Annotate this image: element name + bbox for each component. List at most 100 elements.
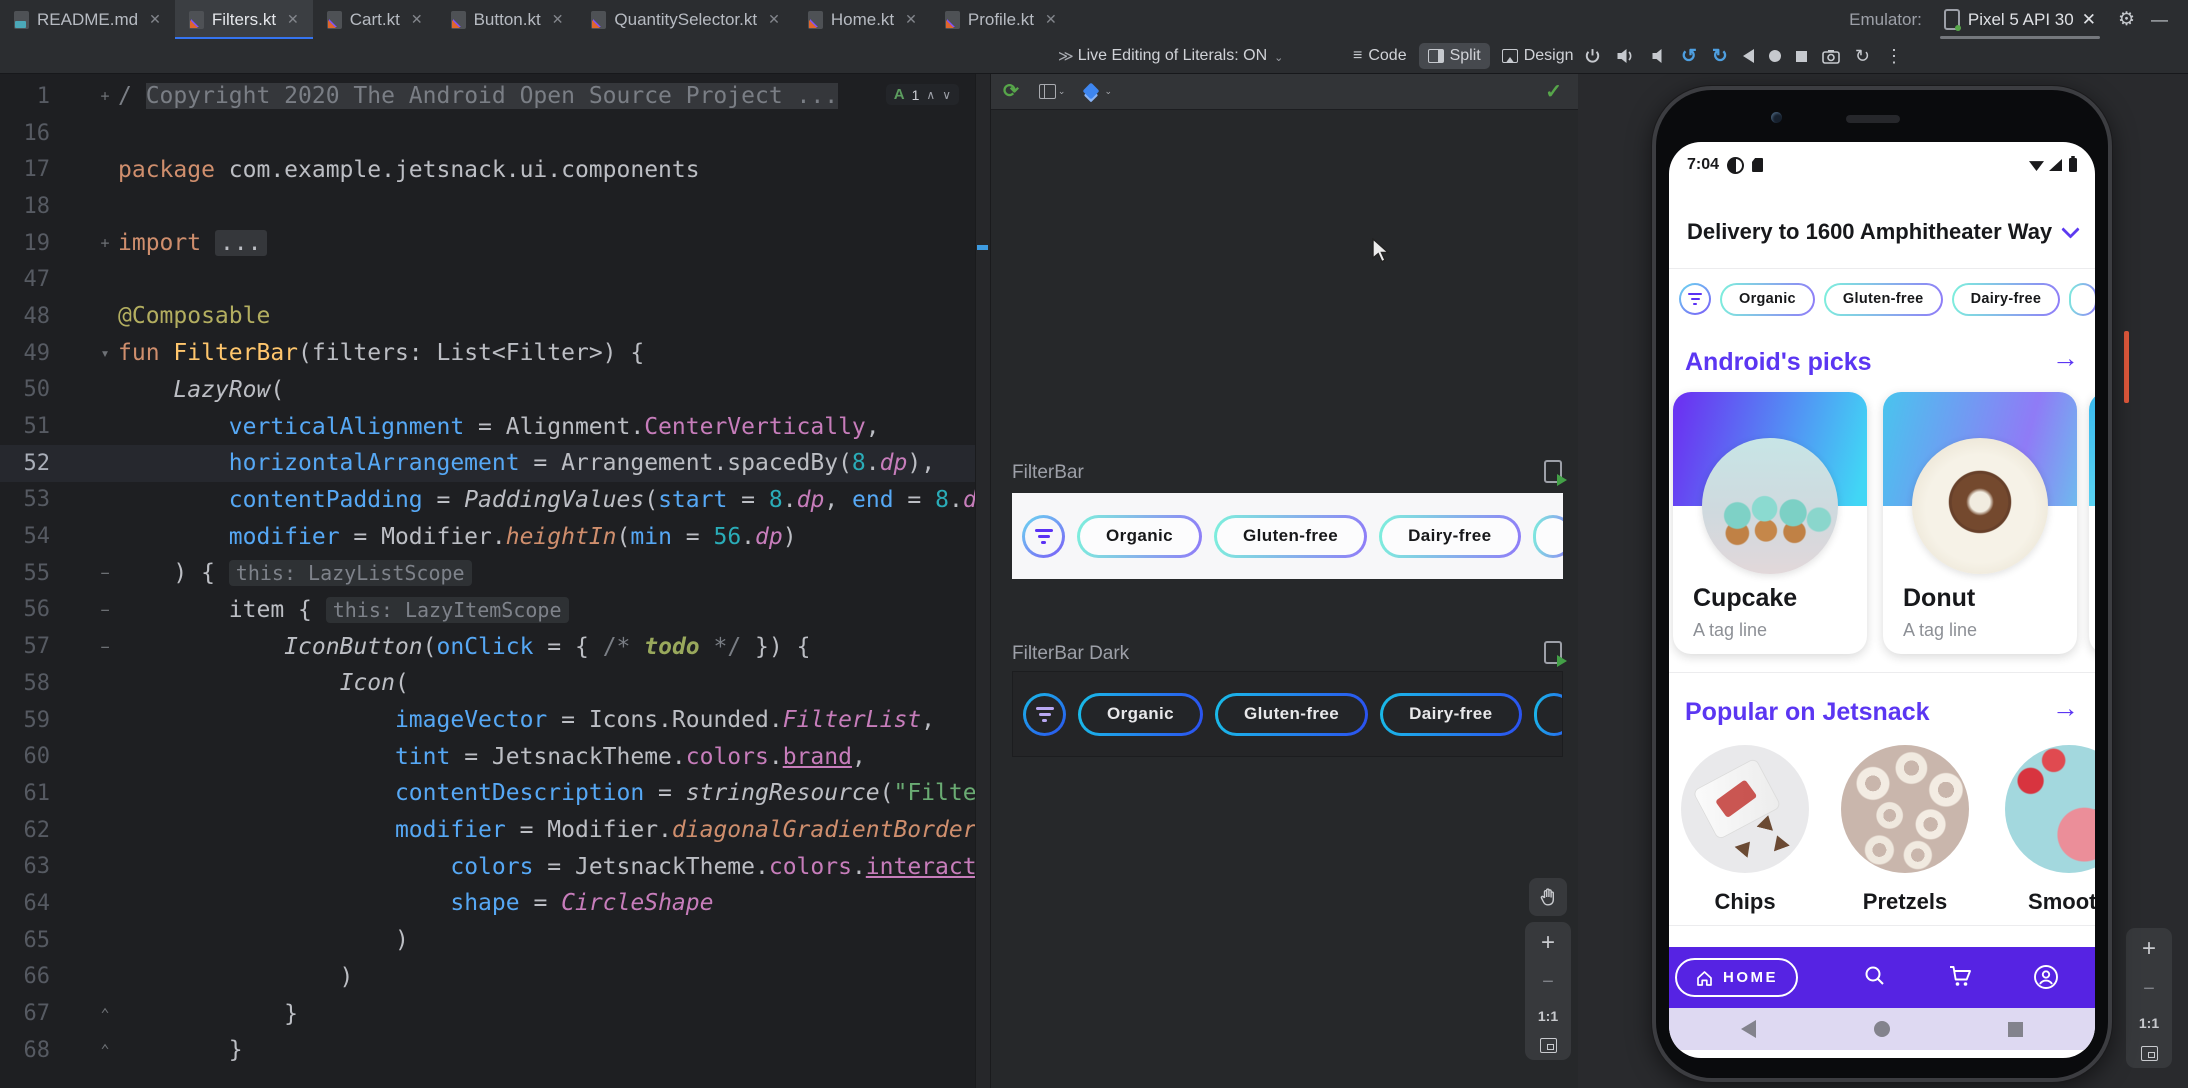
nav-home-button[interactable]: HOME xyxy=(1675,958,1798,997)
code-line[interactable]: 54 modifier = Modifier.heightIn(min = 56… xyxy=(0,518,975,555)
run-preview-icon[interactable] xyxy=(1544,460,1567,486)
power-button[interactable] xyxy=(1584,48,1601,65)
zoom-in-button[interactable]: + xyxy=(1541,929,1555,957)
filter-chip-cut[interactable] xyxy=(2069,282,2095,316)
fold-marker-icon[interactable]: + xyxy=(94,87,116,105)
line-number[interactable]: 58 xyxy=(0,671,51,696)
close-icon[interactable]: ✕ xyxy=(2082,10,2096,30)
code-line[interactable]: 56 − item { this: LazyItemScope xyxy=(0,592,975,629)
filter-chip-cut[interactable] xyxy=(1533,692,1562,736)
fold-marker-icon[interactable]: ▾ xyxy=(94,344,116,362)
close-icon[interactable]: ✕ xyxy=(905,11,917,28)
more-options-button[interactable]: ⋮ xyxy=(1885,46,1903,67)
code-line[interactable]: 48 @Composable xyxy=(0,298,975,335)
run-preview-dark-icon[interactable] xyxy=(1544,641,1567,667)
filter-chip-dairy-free[interactable]: Dairy-free xyxy=(1380,692,1522,736)
delivery-address-selector[interactable]: Delivery to 1600 Amphitheater Way xyxy=(1669,204,2095,260)
rotate-left-button[interactable]: ↺ xyxy=(1681,45,1697,68)
close-icon[interactable]: ✕ xyxy=(552,11,564,28)
nav-search-button[interactable] xyxy=(1863,964,1887,993)
code-line[interactable]: 57 − IconButton(onClick = { /* todo */ })… xyxy=(0,628,975,665)
section-title-picks[interactable]: Android's picks xyxy=(1685,348,1872,377)
line-number[interactable]: 60 xyxy=(0,744,51,769)
preview-label-filterbar-dark[interactable]: FilterBar Dark xyxy=(1012,643,1129,665)
live-edit-dropdown[interactable]: ≫ Live Editing of Literals: ON ⌄ xyxy=(1058,39,1283,73)
filter-list-icon[interactable] xyxy=(1679,283,1711,315)
line-number[interactable]: 17 xyxy=(0,157,51,182)
code-line[interactable]: 17 package com.example.jetsnack.ui.compon… xyxy=(0,151,975,188)
emulator-zoom-to-fit-icon[interactable] xyxy=(2140,1045,2158,1061)
editor-scrollbar[interactable] xyxy=(975,73,991,1088)
code-editor[interactable]: 1 + / Copyright 2020 The Android Open Sour… xyxy=(0,73,975,1088)
code-line[interactable]: 62 modifier = Modifier.diagonalGradientB… xyxy=(0,812,976,849)
code-line[interactable]: 68 ⌃ } xyxy=(0,1032,975,1069)
filter-chip-organic[interactable]: Organic xyxy=(1720,282,1815,316)
pan-tool-button[interactable] xyxy=(1529,878,1567,916)
snack-card-cut[interactable] xyxy=(2089,392,2095,654)
line-number[interactable]: 50 xyxy=(0,377,51,402)
filterbar-preview-light[interactable]: Organic Gluten-free Dairy-free xyxy=(1012,493,1563,579)
prev-issue-icon[interactable]: ∧ xyxy=(926,88,935,102)
code-line[interactable]: 64 shape = CircleShape xyxy=(0,885,975,922)
close-icon[interactable]: ✕ xyxy=(1045,11,1057,28)
volume-down-button[interactable] xyxy=(1650,48,1666,64)
filter-chip-organic[interactable]: Organic xyxy=(1077,514,1203,558)
code-line[interactable]: 50 LazyRow( xyxy=(0,372,975,409)
code-line[interactable]: 52 horizontalArrangement = Arrangement.s… xyxy=(0,444,975,482)
system-home-button[interactable] xyxy=(1874,1021,1890,1037)
tab-filters-kt[interactable]: Filters.kt ✕ xyxy=(174,0,313,40)
line-number[interactable]: 47 xyxy=(0,267,51,292)
preview-label-filterbar[interactable]: FilterBar xyxy=(1012,462,1084,484)
code-line[interactable]: 55 − ) { this: LazyListScope xyxy=(0,555,975,592)
tab-cart-kt[interactable]: Cart.kt ✕ xyxy=(313,0,437,39)
line-number[interactable]: 53 xyxy=(0,487,51,512)
layout-options-button[interactable]: ⌄ xyxy=(1038,83,1065,99)
emulator-zoom-in-button[interactable]: + xyxy=(2142,935,2156,963)
fold-marker-icon[interactable]: − xyxy=(94,564,116,582)
filter-chip-gluten-free[interactable]: Gluten-free xyxy=(1823,282,1943,316)
fold-marker-icon[interactable]: ⌃ xyxy=(94,1041,116,1059)
screenshot-button[interactable] xyxy=(1822,49,1840,64)
tab-profile-kt[interactable]: Profile.kt ✕ xyxy=(931,0,1071,39)
tab-readme-md[interactable]: README.md ✕ xyxy=(0,0,175,39)
line-number[interactable]: 61 xyxy=(0,781,51,806)
filter-list-icon[interactable] xyxy=(1023,692,1066,736)
filter-chip-dairy-free[interactable]: Dairy-free xyxy=(1951,282,2061,316)
rotate-right-button[interactable]: ↻ xyxy=(1712,45,1728,68)
line-number[interactable]: 51 xyxy=(0,414,51,439)
code-line[interactable]: 47 xyxy=(0,261,975,298)
layers-button[interactable]: ⌄ xyxy=(1082,82,1112,100)
emulator-device-tab[interactable]: Pixel 5 API 30 ✕ xyxy=(1938,0,2102,39)
fold-marker-icon[interactable]: − xyxy=(94,601,116,619)
line-number[interactable]: 56 xyxy=(0,597,51,622)
tab-quantityselector-kt[interactable]: QuantitySelector.kt ✕ xyxy=(577,0,793,39)
line-number[interactable]: 18 xyxy=(0,194,51,219)
mode-split-button[interactable]: Split xyxy=(1418,43,1490,69)
zoom-actual-size-button[interactable]: 1:1 xyxy=(1538,1008,1558,1024)
code-line[interactable]: 16 xyxy=(0,115,975,152)
zoom-out-button[interactable]: − xyxy=(1542,971,1554,994)
mode-design-button[interactable]: Design xyxy=(1493,43,1583,69)
popular-snack-smooth[interactable]: Smooth xyxy=(2005,745,2095,914)
emulator-actual-size-button[interactable]: 1:1 xyxy=(2139,1015,2159,1031)
minimize-icon[interactable]: — xyxy=(2151,10,2168,30)
code-line[interactable]: 51 verticalAlignment = Alignment.CenterV… xyxy=(0,408,975,445)
system-overview-button[interactable] xyxy=(2008,1021,2023,1037)
emulator-zoom-out-button[interactable]: − xyxy=(2143,978,2155,1001)
code-line[interactable]: 53 contentPadding = PaddingValues(start … xyxy=(0,482,976,519)
line-number[interactable]: 52 xyxy=(0,451,51,476)
line-number[interactable]: 55 xyxy=(0,561,51,586)
close-icon[interactable]: ✕ xyxy=(411,11,423,28)
line-number[interactable]: 1 xyxy=(0,84,50,109)
snack-card-cupcake[interactable]: Cupcake A tag line xyxy=(1673,392,1867,654)
code-line[interactable]: 63 colors = JetsnackTheme.colors.interac… xyxy=(0,848,976,885)
volume-up-button[interactable] xyxy=(1616,48,1635,64)
nav-cart-button[interactable] xyxy=(1947,964,1973,993)
line-number[interactable]: 66 xyxy=(0,964,51,989)
line-number[interactable]: 57 xyxy=(0,634,51,659)
system-back-button[interactable] xyxy=(1741,1020,1756,1038)
filter-chip-cut[interactable] xyxy=(1532,514,1563,558)
popular-snack-chips[interactable]: Chips xyxy=(1681,745,1809,914)
line-number[interactable]: 63 xyxy=(0,854,51,879)
code-line[interactable]: 18 xyxy=(0,188,975,225)
